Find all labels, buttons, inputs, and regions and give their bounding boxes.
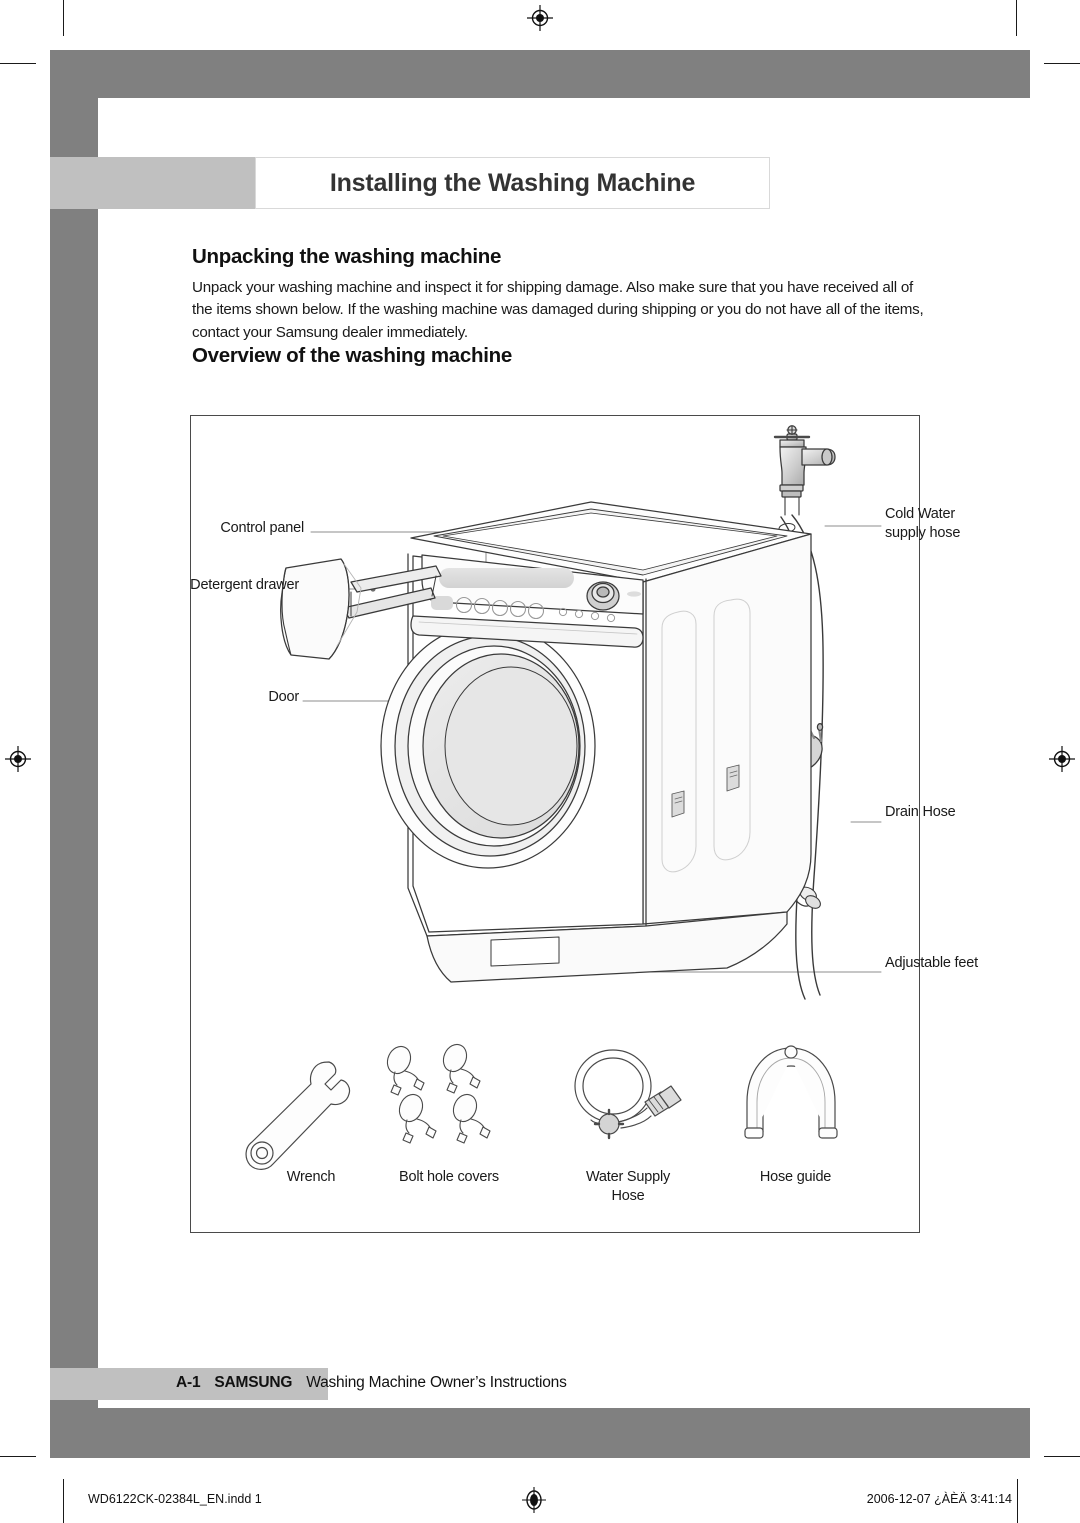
crop-mark-top-right <box>1016 0 1017 36</box>
crop-mark-left-upper <box>0 63 36 64</box>
accessory-label-hose-guide: Hose guide <box>759 1169 832 1185</box>
footer-frame-notch <box>50 1340 98 1368</box>
section-body-unpacking: Unpack your washing machine and inspect … <box>192 279 924 341</box>
crop-mark-right-upper <box>1044 63 1080 64</box>
callout-label-door: Door <box>268 689 299 705</box>
callout-label-detergent-drawer: Detergent drawer <box>190 577 299 593</box>
accessory-label-bolt-hole-covers: Bolt hole covers <box>399 1169 499 1185</box>
footer-subtitle: Washing Machine Owner’s Instructions <box>306 1374 567 1391</box>
slug-rule-left <box>63 1479 64 1523</box>
page-frame-left-band <box>50 98 98 1408</box>
overview-diagram-box: Control panel Detergent drawer Door Cold… <box>190 415 978 1233</box>
washing-machine-illustration <box>245 425 882 1170</box>
footer-brand: SAMSUNG <box>214 1374 293 1391</box>
accessory-label-water-supply-hose: Water Supply Hose <box>585 1169 671 1204</box>
content-column: Unpacking the washing machine Unpack you… <box>192 245 932 368</box>
slug-timestamp: 2006-12-07 ¿ÀÈÄ 3:41:14 <box>866 1492 1012 1506</box>
section-heading-overview: Overview of the washing machine <box>192 344 512 368</box>
crop-mark-top-left <box>63 0 64 36</box>
crop-mark-left-lower <box>0 1456 36 1457</box>
registration-target-icon-right <box>1049 746 1075 772</box>
crop-mark-right-lower <box>1044 1456 1080 1457</box>
callout-label-drain-hose: Drain Hose <box>885 804 956 820</box>
callout-label-adjustable-feet: Adjustable feet <box>885 955 978 971</box>
section-heading-unpacking: Unpacking the washing machine <box>192 245 502 268</box>
registration-target-icon-top <box>527 5 553 31</box>
footer: A-1 SAMSUNG Washing Machine Owner’s Instru… <box>176 1374 567 1392</box>
chapter-title-tab <box>50 157 290 209</box>
callout-label-cold-water-supply-hose: Cold Water supply hose <box>885 506 961 541</box>
page-frame-bottom-band <box>50 1408 1030 1458</box>
chapter-title-box: Installing the Washing Machine <box>255 157 770 209</box>
registration-target-icon-left <box>5 746 31 772</box>
page-frame-top-band <box>50 50 1030 98</box>
slug-file-name: WD6122CK-02384L_EN.indd 1 <box>88 1492 262 1506</box>
page-title: Installing the Washing Machine <box>329 168 696 197</box>
footer-page-number: A-1 <box>176 1374 201 1391</box>
callout-label-control-panel: Control panel <box>220 520 304 536</box>
slug-rule-right <box>1017 1479 1018 1523</box>
registration-target-icon-slug <box>520 1486 548 1514</box>
